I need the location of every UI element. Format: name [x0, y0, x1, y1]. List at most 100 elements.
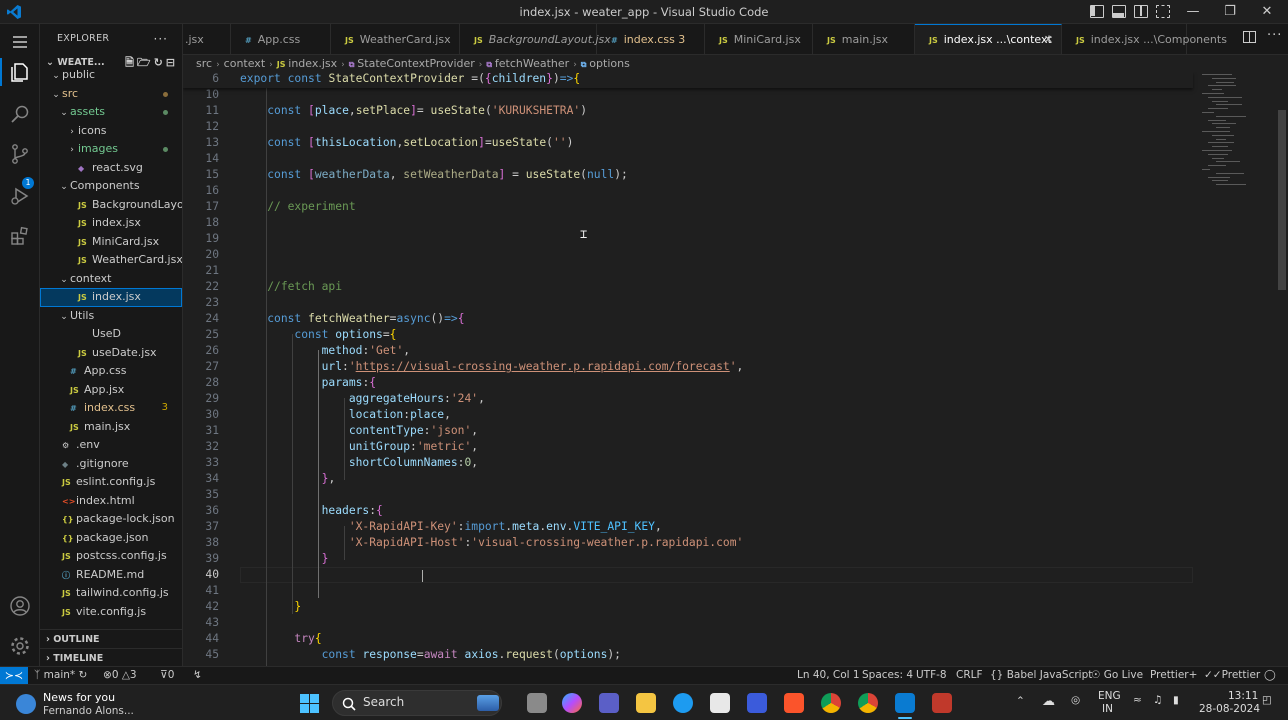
go-live-status[interactable]: ☉ Go Live — [1091, 667, 1143, 684]
microsoft-store-icon[interactable] — [710, 693, 730, 713]
file-item[interactable]: ◆ .gitignore — [40, 455, 182, 474]
folder-item[interactable]: ⌄ Utils — [40, 307, 182, 326]
file-item[interactable]: # index.css 3 — [40, 399, 182, 418]
editor-tab[interactable]: JS MiniCard.jsx — [705, 24, 813, 54]
explorer-icon[interactable] — [8, 60, 32, 84]
toggle-panel-icon[interactable] — [1112, 5, 1126, 18]
source-control-icon[interactable] — [8, 142, 32, 166]
file-item[interactable]: <>index.html — [40, 492, 182, 511]
file-item[interactable]: JS vite.config.js — [40, 603, 182, 622]
branch-status[interactable]: ᛉ main* ↻ — [34, 667, 87, 684]
clock-date[interactable]: 28-08-2024 — [1199, 703, 1260, 715]
news-widget-subtitle[interactable]: Fernando Alons... — [43, 705, 134, 717]
eol-status[interactable]: CRLF — [956, 667, 983, 684]
settings-gear-icon[interactable] — [8, 634, 32, 658]
file-item[interactable]: # App.css — [40, 362, 182, 381]
scrollbar-thumb[interactable] — [1278, 110, 1286, 290]
breadcrumb-item[interactable]: JS index.jsx — [277, 57, 337, 70]
file-item[interactable]: JS eslint.config.js — [40, 473, 182, 492]
indentation-status[interactable]: Spaces: 4 — [862, 667, 913, 684]
folder-item[interactable]: ⌄ src — [40, 85, 182, 104]
file-item[interactable]: {} package-lock.json — [40, 510, 182, 529]
volume-icon[interactable]: ♫ — [1153, 694, 1162, 706]
show-hidden-icons-icon[interactable]: ⌃ — [1016, 695, 1025, 707]
account-icon[interactable] — [8, 594, 32, 618]
maths-app-icon[interactable] — [747, 693, 767, 713]
ports-status[interactable]: ⊽0 — [160, 667, 174, 684]
file-item[interactable]: JS postcss.config.js — [40, 547, 182, 566]
more-actions-icon[interactable]: ··· — [154, 24, 168, 54]
menu-icon[interactable] — [8, 30, 32, 54]
weather-widget-icon[interactable] — [16, 694, 36, 714]
code-editor[interactable]: 6 export const StateContextProvider =({c… — [183, 72, 1288, 666]
file-item[interactable]: JS main.jsx — [40, 418, 182, 437]
editor-tab[interactable]: # index.css 3 — [597, 24, 705, 54]
editor-tab[interactable]: JS index.jsx ...\Components — [1062, 24, 1227, 54]
language-indicator[interactable]: ENG — [1098, 690, 1121, 702]
breadcrumb-item[interactable]: src — [196, 57, 212, 70]
folder-item[interactable]: ⌄ context — [40, 270, 182, 289]
file-item[interactable]: {} package.json — [40, 529, 182, 548]
edge-browser-icon[interactable] — [673, 693, 693, 713]
news-widget-title[interactable]: News for you — [43, 691, 115, 704]
chrome-profile-icon[interactable] — [821, 693, 841, 713]
breadcrumb-item[interactable]: ⧉ fetchWeather — [486, 57, 569, 70]
vertical-scrollbar[interactable] — [1276, 72, 1288, 666]
breadcrumb-item[interactable]: context — [224, 57, 265, 70]
folder-item[interactable]: ⌄ public — [40, 66, 182, 85]
teams-icon[interactable] — [599, 693, 619, 713]
sticky-scroll[interactable]: 6 export const StateContextProvider =({c… — [183, 72, 1193, 88]
editor-tab[interactable]: # App.css — [231, 24, 331, 54]
file-item[interactable]: ◆ react.svg — [40, 159, 182, 178]
editor-tab[interactable]: .jsx — [183, 24, 231, 54]
wifi-icon[interactable]: ≈ — [1133, 694, 1142, 706]
minimap[interactable] — [1200, 72, 1276, 666]
notifications-bell-icon[interactable]: ◯ — [1264, 667, 1276, 684]
language-status[interactable]: {} Babel JavaScript — [990, 667, 1092, 684]
more-actions-icon[interactable]: ··· — [1267, 28, 1282, 43]
editor-tab[interactable]: JS main.jsx — [813, 24, 915, 54]
breadcrumb-item[interactable]: ⧉ options — [581, 57, 630, 70]
breadcrumb-item[interactable]: ⧉ StateContextProvider — [349, 57, 475, 70]
file-item[interactable]: JS tailwind.config.js — [40, 584, 182, 603]
file-item[interactable]: JS index.jsx — [40, 288, 182, 307]
editor-tab[interactable]: JS index.jsx ...\context ✕ — [915, 24, 1062, 54]
run-debug-icon[interactable] — [8, 184, 32, 208]
file-explorer-icon[interactable] — [636, 693, 656, 713]
brave-browser-icon[interactable] — [784, 693, 804, 713]
editor-tab[interactable]: JS WeatherCard.jsx — [331, 24, 460, 54]
toggle-secondary-sidebar-icon[interactable] — [1134, 5, 1148, 18]
onedrive-cloud-icon[interactable]: ☁ — [1042, 694, 1055, 709]
file-item[interactable]: JS BackgroundLayout... — [40, 196, 182, 215]
prettier-plus-status[interactable]: Prettier+ — [1150, 667, 1197, 684]
file-item[interactable]: JS useDate.jsx — [40, 344, 182, 363]
notification-center-icon[interactable]: ◰ — [1262, 694, 1272, 706]
file-item[interactable]: ⚙ .env — [40, 436, 182, 455]
search-icon[interactable] — [8, 102, 32, 126]
start-windows-icon[interactable] — [300, 694, 319, 713]
microphone-icon[interactable]: ◎ — [1071, 694, 1080, 706]
customize-layout-icon[interactable] — [1156, 5, 1170, 18]
keyboard-layout-indicator[interactable]: IN — [1102, 703, 1113, 715]
clock-time[interactable]: 13:11 — [1228, 690, 1258, 702]
battery-icon[interactable]: ▮ — [1173, 694, 1179, 706]
timeline-section[interactable]: › TIMELINE — [40, 648, 182, 666]
prettier-status[interactable]: ✓✓Prettier — [1204, 667, 1260, 684]
close-tab-icon[interactable]: ✕ — [1044, 25, 1053, 54]
extensions-icon[interactable] — [8, 224, 32, 248]
outline-section[interactable]: › OUTLINE — [40, 629, 182, 648]
file-item[interactable]: JS MiniCard.jsx — [40, 233, 182, 252]
vscode-taskbar-icon[interactable] — [895, 693, 915, 713]
close-window-button[interactable]: ✕ — [1252, 2, 1282, 22]
taskbar-search-box[interactable]: Search — [332, 690, 502, 716]
split-editor-icon[interactable] — [1243, 31, 1256, 43]
file-item[interactable]: JS WeatherCard.jsx — [40, 251, 182, 270]
bolt-icon[interactable]: ↯ — [193, 667, 202, 684]
file-item[interactable]: JS App.jsx — [40, 381, 182, 400]
restore-button[interactable]: ❐ — [1215, 2, 1245, 22]
file-item[interactable]: UseD — [40, 325, 182, 344]
snipping-tool-icon[interactable] — [932, 693, 952, 713]
folder-item[interactable]: ⌄ Components — [40, 177, 182, 196]
copilot-icon[interactable] — [562, 693, 582, 713]
cursor-position[interactable]: Ln 40, Col 1 — [797, 667, 860, 684]
